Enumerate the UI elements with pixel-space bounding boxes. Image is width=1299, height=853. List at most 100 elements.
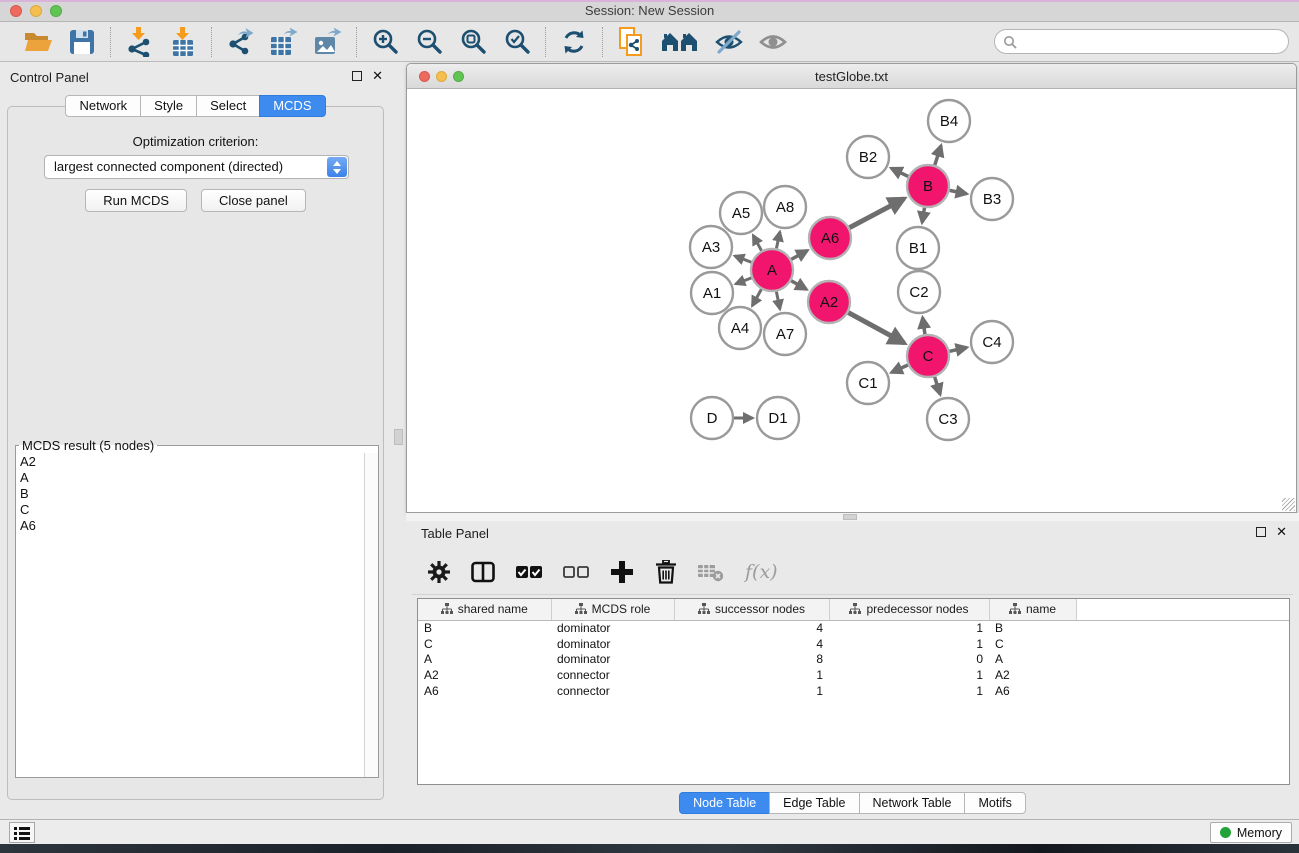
delete-column-icon[interactable] bbox=[655, 560, 677, 584]
show-all-icon[interactable] bbox=[758, 27, 788, 57]
node-C[interactable]: C bbox=[907, 335, 949, 377]
node-A2[interactable]: A2 bbox=[808, 281, 850, 323]
column-header-name[interactable]: name bbox=[989, 599, 1076, 620]
cell-successor-nodes[interactable]: 8 bbox=[674, 651, 829, 667]
cell-name[interactable]: B bbox=[989, 620, 1076, 636]
node-A[interactable]: A bbox=[751, 249, 793, 291]
cell-predecessor-nodes[interactable]: 1 bbox=[829, 683, 989, 699]
cell-name[interactable]: C bbox=[989, 636, 1076, 652]
edge-B-B2[interactable] bbox=[891, 168, 908, 176]
edge-B-B1[interactable] bbox=[922, 208, 924, 223]
node-B[interactable]: B bbox=[907, 165, 949, 207]
horizontal-splitter[interactable] bbox=[406, 513, 1299, 521]
node-A7[interactable]: A7 bbox=[764, 313, 806, 355]
edge-A-A4[interactable] bbox=[752, 289, 761, 305]
table-row[interactable]: Adominator80A bbox=[418, 651, 1289, 667]
edge-A-A1[interactable] bbox=[736, 278, 752, 284]
node-A1[interactable]: A1 bbox=[691, 272, 733, 314]
export-table-icon[interactable] bbox=[269, 27, 299, 57]
edge-B-B4[interactable] bbox=[935, 146, 941, 166]
save-session-icon[interactable] bbox=[67, 27, 97, 57]
close-table-panel-icon[interactable]: ✕ bbox=[1276, 527, 1287, 537]
edge-C-C3[interactable] bbox=[935, 377, 941, 394]
edge-A-A2[interactable] bbox=[791, 281, 806, 290]
refresh-icon[interactable] bbox=[559, 27, 589, 57]
deselect-all-icon[interactable] bbox=[563, 564, 589, 580]
node-B4[interactable]: B4 bbox=[928, 100, 970, 142]
edge-C-C4[interactable] bbox=[949, 348, 966, 352]
node-D[interactable]: D bbox=[691, 397, 733, 439]
cell-shared-name[interactable]: B bbox=[418, 620, 551, 636]
cell-MCDS-role[interactable]: connector bbox=[551, 667, 674, 683]
node-C4[interactable]: C4 bbox=[971, 321, 1013, 363]
cell-successor-nodes[interactable]: 4 bbox=[674, 636, 829, 652]
node-A5[interactable]: A5 bbox=[720, 192, 762, 234]
import-network-icon[interactable] bbox=[124, 27, 154, 57]
tab-select[interactable]: Select bbox=[196, 95, 260, 117]
export-network-icon[interactable] bbox=[225, 27, 255, 57]
node-B3[interactable]: B3 bbox=[971, 178, 1013, 220]
network-window-titlebar[interactable]: testGlobe.txt bbox=[407, 64, 1296, 89]
mcds-result-item[interactable]: C bbox=[16, 503, 364, 519]
table-options-gear-icon[interactable] bbox=[428, 561, 450, 583]
cell-MCDS-role[interactable]: dominator bbox=[551, 651, 674, 667]
node-A3[interactable]: A3 bbox=[690, 226, 732, 268]
edge-A2-C[interactable] bbox=[848, 313, 904, 344]
zoom-fit-icon[interactable] bbox=[458, 27, 488, 57]
memory-button[interactable]: Memory bbox=[1210, 822, 1292, 843]
delete-table-icon[interactable] bbox=[698, 561, 724, 583]
mcds-list-scrollbar[interactable] bbox=[364, 453, 378, 777]
cell-name[interactable]: A6 bbox=[989, 683, 1076, 699]
task-history-button[interactable] bbox=[9, 822, 35, 843]
network-canvas[interactable]: B4B2BB3A8A5A6A3B1AC2A1A2A4A7C4CC1C3DD1 bbox=[407, 89, 1296, 512]
cell-successor-nodes[interactable]: 4 bbox=[674, 620, 829, 636]
close-panel-icon[interactable]: ✕ bbox=[372, 71, 383, 81]
edge-A-A3[interactable] bbox=[735, 256, 752, 262]
mcds-result-item[interactable]: B bbox=[16, 487, 364, 503]
cell-shared-name[interactable]: A2 bbox=[418, 667, 551, 683]
criterion-dropdown[interactable]: largest connected component (directed) bbox=[44, 155, 349, 179]
cell-shared-name[interactable]: A6 bbox=[418, 683, 551, 699]
cell-predecessor-nodes[interactable]: 1 bbox=[829, 667, 989, 683]
search-input[interactable] bbox=[1017, 32, 1288, 52]
cell-predecessor-nodes[interactable]: 0 bbox=[829, 651, 989, 667]
column-header-successor-nodes[interactable]: successor nodes bbox=[674, 599, 829, 620]
add-column-icon[interactable] bbox=[610, 560, 634, 584]
edge-C-C2[interactable] bbox=[923, 318, 925, 335]
tab-motifs[interactable]: Motifs bbox=[964, 792, 1025, 814]
node-D1[interactable]: D1 bbox=[757, 397, 799, 439]
cell-MCDS-role[interactable]: dominator bbox=[551, 620, 674, 636]
cell-successor-nodes[interactable]: 1 bbox=[674, 667, 829, 683]
new-network-from-file-icon[interactable] bbox=[616, 27, 646, 57]
tab-style[interactable]: Style bbox=[140, 95, 197, 117]
tab-network[interactable]: Network bbox=[65, 95, 141, 117]
edge-A-A6[interactable] bbox=[791, 250, 807, 259]
node-B2[interactable]: B2 bbox=[847, 136, 889, 178]
column-header-shared-name[interactable]: shared name bbox=[418, 599, 551, 620]
node-C3[interactable]: C3 bbox=[927, 398, 969, 440]
cell-shared-name[interactable]: C bbox=[418, 636, 551, 652]
mcds-result-item[interactable]: A bbox=[16, 471, 364, 487]
select-all-icon[interactable] bbox=[516, 564, 542, 580]
zoom-out-icon[interactable] bbox=[414, 27, 444, 57]
column-header-predecessor-nodes[interactable]: predecessor nodes bbox=[829, 599, 989, 620]
cell-name[interactable]: A2 bbox=[989, 667, 1076, 683]
node-B1[interactable]: B1 bbox=[897, 227, 939, 269]
node-A6[interactable]: A6 bbox=[809, 217, 851, 259]
edge-A-A5[interactable] bbox=[753, 235, 761, 250]
cell-predecessor-nodes[interactable]: 1 bbox=[829, 620, 989, 636]
hide-selected-icon[interactable] bbox=[714, 27, 744, 57]
node-A4[interactable]: A4 bbox=[719, 307, 761, 349]
node-C2[interactable]: C2 bbox=[898, 271, 940, 313]
run-mcds-button[interactable]: Run MCDS bbox=[85, 189, 187, 212]
cell-name[interactable]: A bbox=[989, 651, 1076, 667]
table-row[interactable]: Bdominator41B bbox=[418, 620, 1289, 636]
cell-successor-nodes[interactable]: 1 bbox=[674, 683, 829, 699]
node-A8[interactable]: A8 bbox=[764, 186, 806, 228]
cell-MCDS-role[interactable]: connector bbox=[551, 683, 674, 699]
zoom-in-icon[interactable] bbox=[370, 27, 400, 57]
export-image-icon[interactable] bbox=[313, 27, 343, 57]
close-panel-button[interactable]: Close panel bbox=[201, 189, 306, 212]
mcds-result-item[interactable]: A2 bbox=[16, 455, 364, 471]
show-columns-icon[interactable] bbox=[471, 561, 495, 583]
